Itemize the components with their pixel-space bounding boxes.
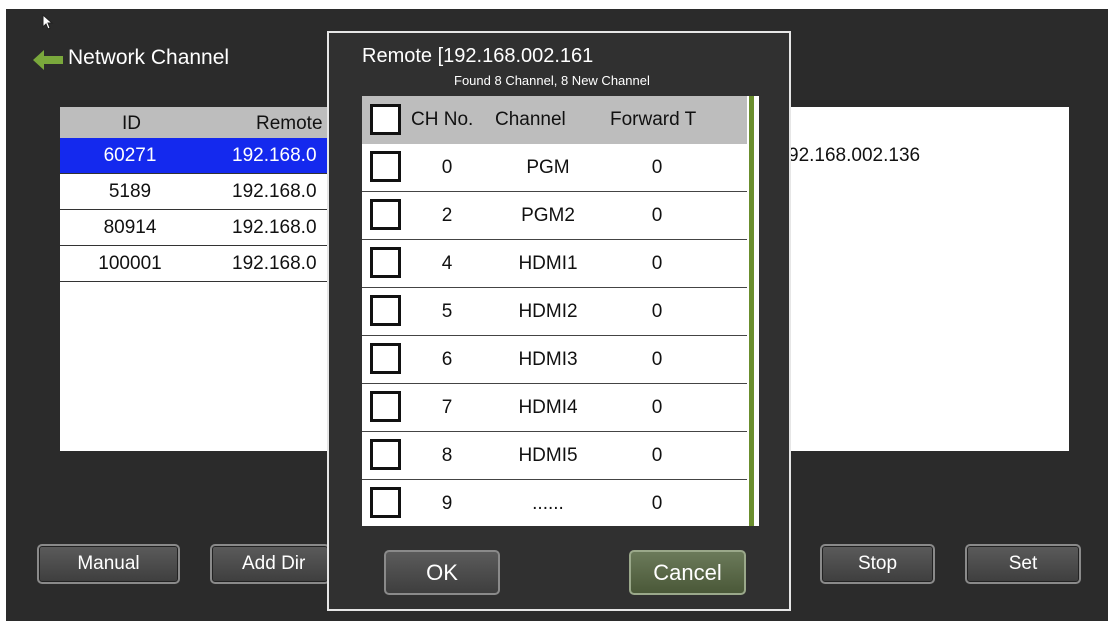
row-id: 5189 [108, 181, 152, 202]
channel-number: 7 [441, 397, 453, 418]
forward-value: 0 [651, 445, 663, 466]
forward-value: 0 [651, 349, 663, 370]
forward-value: 0 [651, 205, 663, 226]
channel-row[interactable]: 4 HDMI1 0 [362, 240, 747, 288]
row-checkbox[interactable] [370, 151, 401, 182]
row-checkbox[interactable] [370, 247, 401, 278]
row-checkbox[interactable] [370, 199, 401, 230]
channel-name: HDMI5 [518, 445, 578, 466]
list-row[interactable]: 5189 192.168.0 [60, 174, 360, 210]
channel-number: 4 [441, 253, 453, 274]
add-dir-button[interactable]: Add Dir [210, 544, 330, 584]
channel-name: ...... [532, 493, 564, 514]
list-row[interactable]: 60271 192.168.0 [60, 138, 360, 174]
row-checkbox[interactable] [370, 343, 401, 374]
dialog-subtitle: Found 8 Channel, 8 New Channel [454, 73, 650, 88]
channel-row[interactable]: 0 PGM 0 [362, 144, 747, 192]
list-header: ID Remote [60, 107, 360, 138]
channel-number: 0 [441, 157, 453, 178]
row-ip: 192.168.0 [232, 145, 317, 166]
row-id: 80914 [103, 217, 157, 238]
channel-name: HDMI1 [518, 253, 578, 274]
ok-button[interactable]: OK [384, 550, 500, 595]
row-checkbox[interactable] [370, 295, 401, 326]
forward-value: 0 [651, 301, 663, 322]
channel-row[interactable]: 7 HDMI4 0 [362, 384, 747, 432]
channel-row[interactable]: 5 HDMI2 0 [362, 288, 747, 336]
row-checkbox[interactable] [370, 439, 401, 470]
row-ip: 192.168.0 [232, 253, 317, 274]
forward-value: 0 [651, 157, 663, 178]
row-id: 100001 [98, 253, 162, 274]
channel-row[interactable]: 9 ...... 0 [362, 480, 747, 528]
channel-number: 8 [441, 445, 453, 466]
back-arrow-icon[interactable] [31, 48, 65, 72]
channel-number: 9 [441, 493, 453, 514]
channel-name: HDMI4 [518, 397, 578, 418]
row-ip: 192.168.0 [232, 217, 317, 238]
list-row[interactable]: 100001 192.168.0 [60, 246, 360, 282]
channel-name: HDMI3 [518, 349, 578, 370]
channel-table: CH No. Channel Forward T 0 PGM 0 2 PGM2 … [362, 96, 759, 526]
channel-number: 2 [441, 205, 453, 226]
stop-button[interactable]: Stop [820, 544, 935, 584]
channel-number: 5 [441, 301, 453, 322]
channel-row[interactable]: 2 PGM2 0 [362, 192, 747, 240]
column-header-remote: Remote [256, 113, 323, 134]
column-header-id: ID [122, 113, 141, 134]
channel-name: HDMI2 [518, 301, 578, 322]
channel-name: PGM2 [521, 205, 575, 226]
column-header-forward: Forward T [610, 109, 697, 130]
channel-number: 6 [441, 349, 453, 370]
forward-value: 0 [651, 493, 663, 514]
dialog-title: Remote [192.168.002.161 [362, 45, 594, 67]
mouse-cursor-icon [42, 14, 54, 30]
row-ip: 192.168.0 [232, 181, 317, 202]
scrollbar[interactable] [749, 96, 754, 526]
channel-table-header: CH No. Channel Forward T [362, 96, 747, 144]
screen: Network Channel ID Remote 60271 192.168.… [6, 9, 1108, 621]
column-header-channel: Channel [495, 109, 566, 130]
forward-value: 0 [651, 253, 663, 274]
list-row[interactable]: 80914 192.168.0 [60, 210, 360, 246]
select-all-checkbox[interactable] [370, 104, 401, 135]
page-title: Network Channel [68, 46, 230, 69]
set-button[interactable]: Set [965, 544, 1081, 584]
cancel-button[interactable]: Cancel [629, 550, 746, 595]
row-checkbox[interactable] [370, 391, 401, 422]
local-ip-text: 92.168.002.136 [788, 145, 921, 166]
manual-button[interactable]: Manual [37, 544, 180, 584]
remote-channel-dialog: Remote [192.168.002.161 Found 8 Channel,… [327, 31, 791, 611]
row-checkbox[interactable] [370, 487, 401, 518]
channel-row[interactable]: 6 HDMI3 0 [362, 336, 747, 384]
row-id: 60271 [103, 145, 157, 166]
channel-row[interactable]: 8 HDMI5 0 [362, 432, 747, 480]
forward-value: 0 [651, 397, 663, 418]
column-header-ch-no: CH No. [411, 109, 474, 130]
channel-name: PGM [526, 157, 570, 178]
